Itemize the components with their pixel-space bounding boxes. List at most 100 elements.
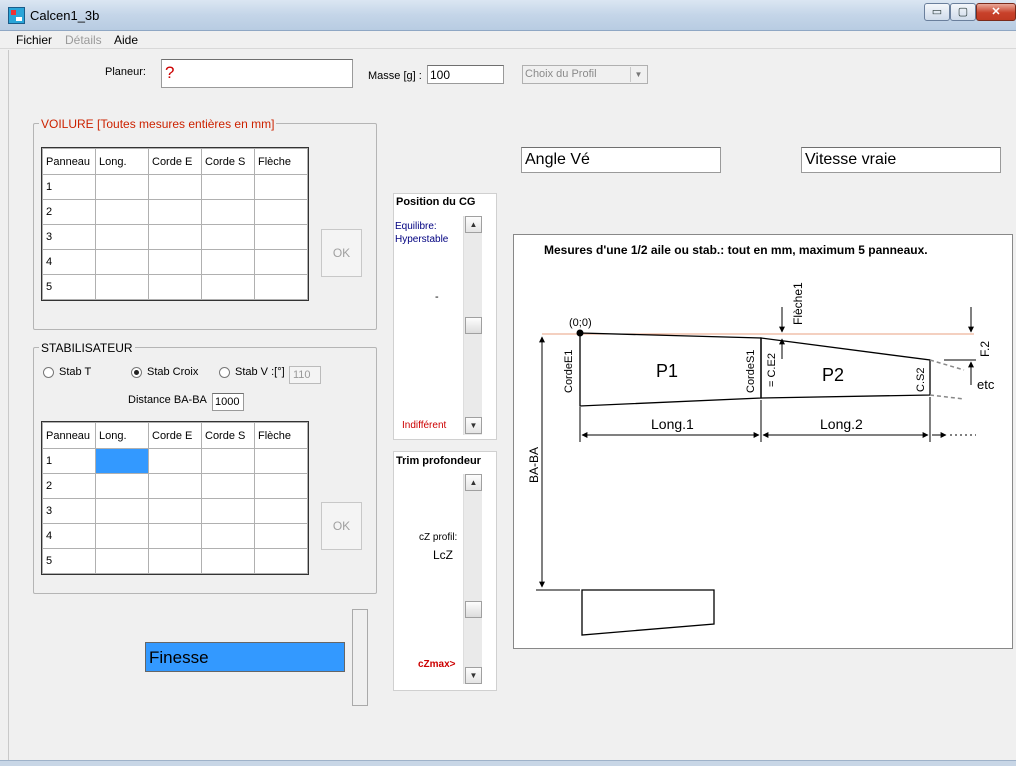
stab-v-input[interactable]: 110 — [289, 366, 321, 384]
table-cell[interactable] — [95, 224, 149, 250]
vertical-gauge — [352, 609, 368, 706]
menu-fichier[interactable]: Fichier — [16, 33, 52, 47]
origin-point — [576, 329, 584, 337]
long2-label: Long.2 — [820, 416, 863, 432]
etc-label: etc — [977, 377, 995, 392]
table-cell[interactable] — [201, 523, 255, 549]
scroll-up-icon[interactable]: ▲ — [465, 216, 482, 233]
masse-label: Masse [g] : — [368, 70, 422, 82]
angle-ve-label: Angle Vé — [525, 151, 590, 168]
scroll-thumb[interactable] — [465, 317, 482, 334]
col-panneau: Panneau — [42, 422, 96, 449]
cg-dash: - — [435, 291, 439, 303]
distance-input[interactable]: 1000 — [212, 393, 244, 411]
stab-ok-button[interactable]: OK — [321, 502, 362, 550]
chevron-down-icon[interactable]: ▼ — [630, 67, 646, 82]
table-row: 1 — [42, 174, 308, 200]
scroll-down-icon[interactable]: ▼ — [465, 417, 482, 434]
stab-table[interactable]: Panneau Long. Corde E Corde S Flèche 1 2… — [41, 421, 309, 575]
table-cell[interactable] — [201, 249, 255, 275]
cg-title: Position du CG — [396, 196, 476, 208]
table-cell-selected[interactable] — [95, 448, 149, 474]
eq-ce2-label: = C.E2 — [766, 353, 778, 387]
table-cell[interactable] — [254, 448, 308, 474]
masse-input[interactable]: 100 — [427, 65, 504, 84]
radio-stab-v[interactable] — [219, 367, 230, 378]
row-header: 2 — [42, 473, 96, 499]
table-cell[interactable] — [148, 174, 202, 200]
table-cell[interactable] — [201, 224, 255, 250]
table-cell[interactable] — [254, 199, 308, 225]
table-cell[interactable] — [254, 224, 308, 250]
trim-cz-profil: cZ profil: — [419, 532, 458, 543]
radio-stab-t[interactable] — [43, 367, 54, 378]
menu-bar: Fichier Détails Aide — [0, 31, 1016, 49]
table-cell[interactable] — [254, 523, 308, 549]
fleche1-label: Flèche1 — [791, 282, 805, 325]
dashed-extension — [929, 394, 965, 400]
table-cell[interactable] — [148, 473, 202, 499]
cg-hyperstable: Hyperstable — [395, 234, 449, 245]
stab-v-label: Stab V :[°] — [235, 366, 285, 378]
table-cell[interactable] — [148, 498, 202, 524]
menu-aide[interactable]: Aide — [114, 33, 138, 47]
app-icon — [8, 7, 25, 24]
profil-select[interactable]: Choix du Profil ▼ — [522, 65, 648, 84]
voilure-table[interactable]: Panneau Long. Corde E Corde S Flèche 1 2… — [41, 147, 309, 301]
row-header: 3 — [42, 498, 96, 524]
origin-label: (0;0) — [569, 317, 592, 329]
maximize-button[interactable]: ▢ — [950, 3, 976, 21]
table-row: 5 — [42, 548, 308, 574]
table-cell[interactable] — [201, 199, 255, 225]
stab-shape — [581, 589, 715, 636]
table-cell[interactable] — [95, 199, 149, 225]
stab-croix-label: Stab Croix — [147, 366, 199, 378]
table-cell[interactable] — [201, 448, 255, 474]
planeur-input[interactable]: ? — [161, 59, 353, 88]
table-row: 4 — [42, 523, 308, 549]
menu-details[interactable]: Détails — [65, 33, 102, 47]
cg-scrollbar[interactable]: ▲ ▼ — [463, 216, 482, 435]
scroll-down-icon[interactable]: ▼ — [465, 667, 482, 684]
table-cell[interactable] — [148, 548, 202, 574]
scroll-thumb[interactable] — [465, 601, 482, 618]
table-cell[interactable] — [148, 274, 202, 300]
close-button[interactable]: ✕ — [976, 3, 1016, 21]
row-header: 4 — [42, 249, 96, 275]
table-cell[interactable] — [254, 174, 308, 200]
table-cell[interactable] — [148, 448, 202, 474]
table-cell[interactable] — [95, 249, 149, 275]
table-cell[interactable] — [254, 498, 308, 524]
stab-t-label: Stab T — [59, 366, 92, 378]
trim-scrollbar[interactable]: ▲ ▼ — [463, 474, 482, 684]
table-cell[interactable] — [254, 274, 308, 300]
table-cell[interactable] — [148, 523, 202, 549]
table-cell[interactable] — [95, 473, 149, 499]
table-cell[interactable] — [95, 523, 149, 549]
planeur-label: Planeur: — [105, 66, 146, 78]
minimize-button[interactable]: ▭ — [924, 3, 950, 21]
table-cell[interactable] — [201, 473, 255, 499]
p2-label: P2 — [822, 365, 844, 385]
long1-label: Long.1 — [651, 416, 694, 432]
table-cell[interactable] — [95, 498, 149, 524]
scroll-up-icon[interactable]: ▲ — [465, 474, 482, 491]
table-cell[interactable] — [95, 548, 149, 574]
voilure-ok-button[interactable]: OK — [321, 229, 362, 277]
stab-v-value: 110 — [293, 369, 311, 381]
table-cell[interactable] — [201, 274, 255, 300]
table-cell[interactable] — [254, 548, 308, 574]
table-cell[interactable] — [95, 274, 149, 300]
table-cell[interactable] — [201, 174, 255, 200]
table-cell[interactable] — [148, 199, 202, 225]
table-cell[interactable] — [201, 548, 255, 574]
table-cell[interactable] — [148, 224, 202, 250]
col-corde-s: Corde S — [201, 422, 255, 449]
table-cell[interactable] — [254, 249, 308, 275]
distance-label: Distance BA-BA — [128, 394, 207, 406]
table-cell[interactable] — [95, 174, 149, 200]
table-cell[interactable] — [201, 498, 255, 524]
table-cell[interactable] — [148, 249, 202, 275]
table-cell[interactable] — [254, 473, 308, 499]
radio-stab-croix[interactable] — [131, 367, 142, 378]
